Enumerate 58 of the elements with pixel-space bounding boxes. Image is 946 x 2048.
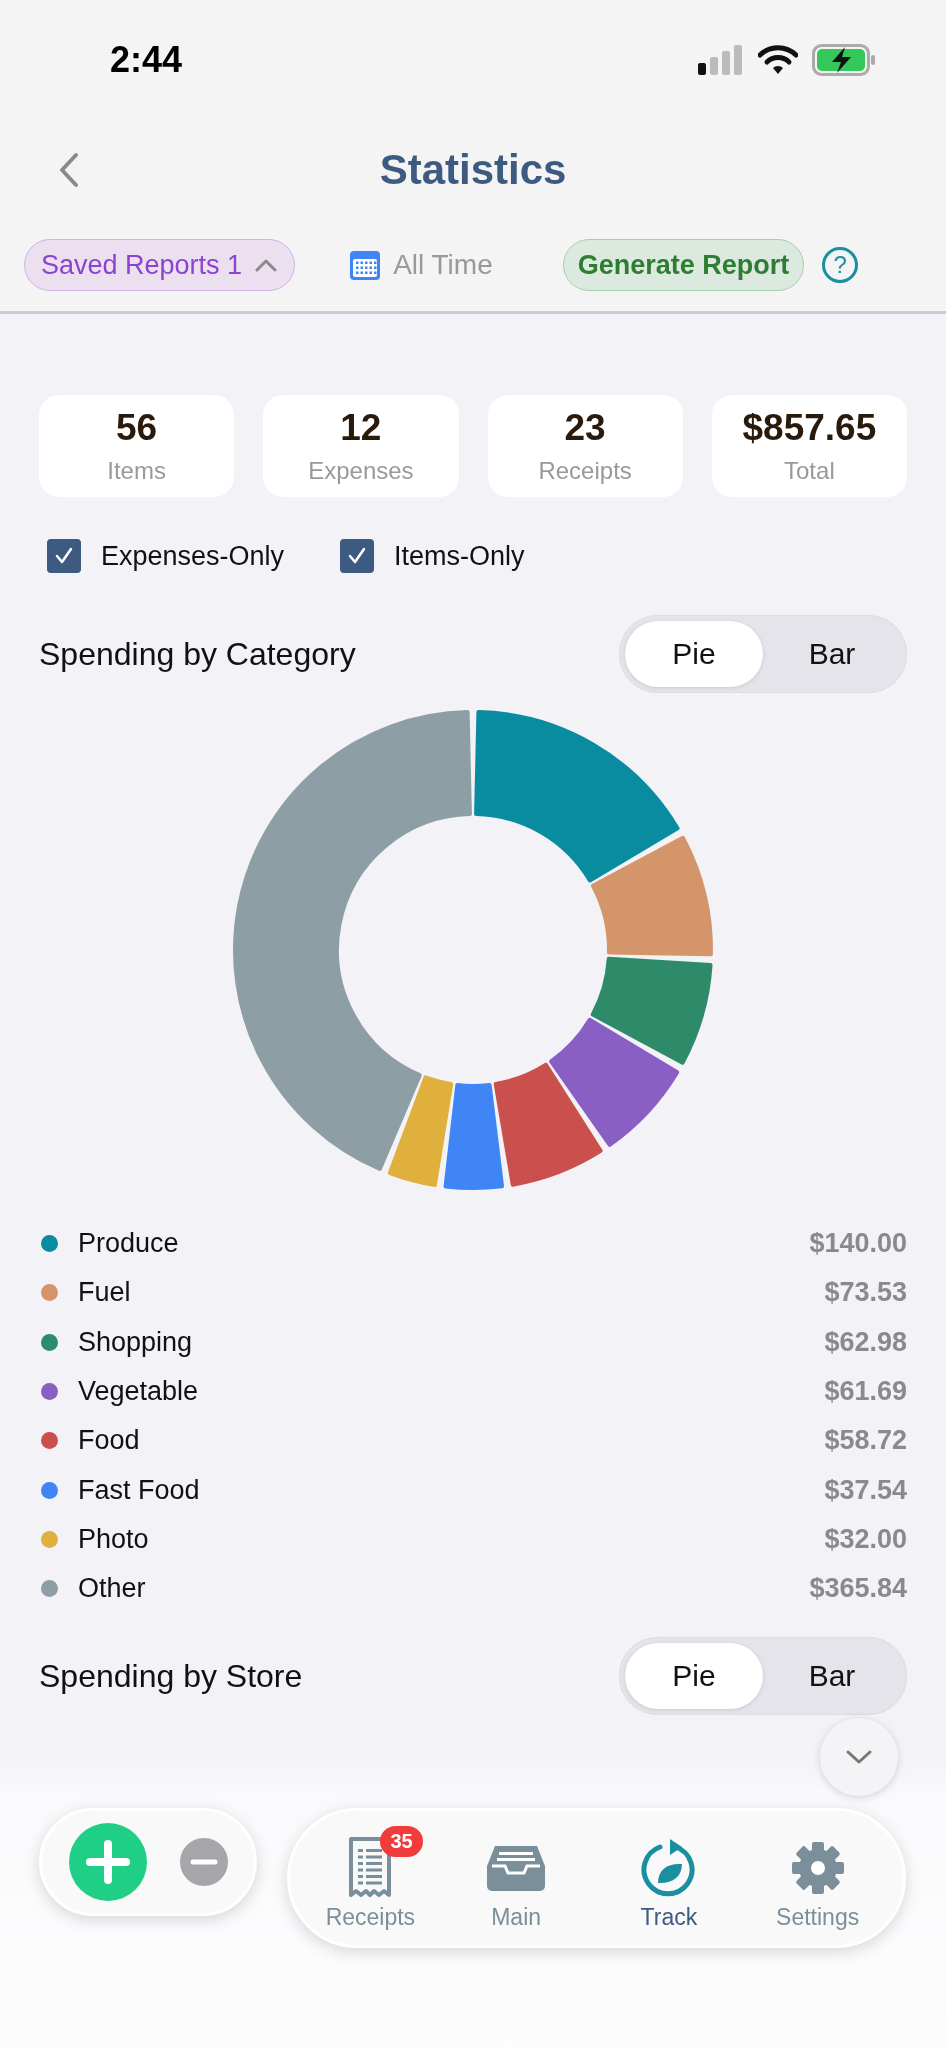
toggle-option[interactable]: Bar: [763, 621, 901, 687]
legend-label: Produce: [78, 1228, 180, 1260]
stat-label: Items: [107, 457, 166, 485]
legend-amount: $140.00: [809, 1228, 907, 1260]
settings-icon: [790, 1840, 845, 1895]
calendar-icon: [349, 249, 382, 281]
legend-amount: $365.84: [809, 1573, 907, 1605]
chevron-icon: [254, 258, 279, 272]
legend-label: Photo: [78, 1523, 150, 1555]
legend-label: Other: [78, 1573, 147, 1605]
battery-charging-icon: [812, 44, 876, 76]
legend-amount: $32.00: [824, 1523, 907, 1555]
page-title: Statistics: [379, 146, 567, 194]
recycle-leaf-icon: [639, 1836, 698, 1899]
saved-reports-button[interactable]: Saved Reports 1: [24, 239, 296, 291]
checkbox[interactable]: [47, 539, 81, 573]
checkbox[interactable]: [340, 539, 375, 573]
stat-value: 23: [564, 407, 606, 449]
stat-label: Total: [784, 457, 835, 485]
section-title: Spending by Category: [39, 635, 356, 673]
back-icon[interactable]: [58, 152, 80, 188]
legend-amount: $62.98: [824, 1326, 907, 1358]
legend-label: Fast Food: [78, 1474, 201, 1506]
toggle-option[interactable]: Bar: [763, 1643, 901, 1710]
toggle-option[interactable]: Pie: [625, 621, 763, 687]
legend-label: Shopping: [78, 1326, 194, 1358]
tab[interactable]: Track: [595, 1825, 742, 1931]
inbox-tray-icon: [485, 1843, 548, 1892]
date-range-button[interactable]: All Time: [349, 249, 493, 281]
count-badge: 35: [380, 1825, 423, 1857]
stat-label: Receipts: [538, 457, 632, 485]
wifi-icon: [758, 45, 798, 75]
legend-amount: $61.69: [824, 1376, 907, 1408]
stat-value: 12: [340, 407, 382, 449]
toggle-option[interactable]: Pie: [625, 1643, 763, 1710]
stat-label: Expenses: [308, 457, 414, 485]
section-title: Spending by Store: [39, 1657, 303, 1695]
tab[interactable]: Settings: [746, 1825, 889, 1931]
stat-value: $857.65: [742, 407, 877, 449]
legend-label: Vegetable: [78, 1376, 200, 1408]
tab[interactable]: Main: [441, 1825, 592, 1931]
legend-amount: $37.54: [824, 1474, 907, 1506]
tab[interactable]: 35 Receipts: [304, 1825, 437, 1931]
stat-value: 56: [116, 407, 158, 449]
legend-label: Food: [78, 1425, 141, 1457]
remove-button[interactable]: [180, 1838, 228, 1886]
add-button[interactable]: [68, 1822, 148, 1902]
signal-icon: [698, 45, 744, 75]
help-button[interactable]: ?: [822, 247, 859, 283]
legend-amount: $58.72: [824, 1425, 907, 1457]
generate-report-button[interactable]: Generate Report: [562, 239, 805, 291]
legend-amount: $73.53: [824, 1277, 907, 1309]
legend-label: Fuel: [78, 1277, 132, 1309]
receipt-icon: [348, 1836, 393, 1899]
status-time: 2:44: [110, 39, 183, 81]
chevron-down-icon: [845, 1748, 873, 1766]
checkbox-label: Items-Only: [394, 540, 525, 572]
checkbox-label: Expenses-Only: [101, 540, 285, 572]
